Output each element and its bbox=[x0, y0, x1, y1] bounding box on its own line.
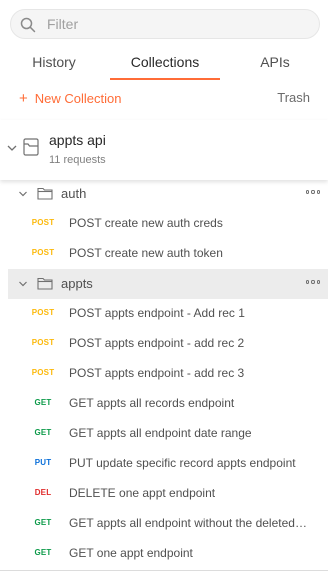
divider bbox=[0, 570, 328, 571]
collection-request-count: 11 requests bbox=[49, 154, 106, 166]
method-badge-post: POST bbox=[31, 368, 55, 377]
more-dot bbox=[316, 280, 320, 284]
request-name: POST create new auth creds bbox=[69, 216, 223, 230]
request-item[interactable]: GET GET one appt endpoint bbox=[0, 539, 328, 569]
method-badge-get: GET bbox=[34, 548, 52, 557]
folder-name: appts bbox=[61, 276, 93, 291]
more-dot bbox=[306, 190, 310, 194]
sidebar-tabs: History Collections APIs bbox=[0, 48, 328, 80]
request-name: PUT update specific record appts endpoin… bbox=[69, 456, 296, 470]
method-badge-post: POST bbox=[31, 308, 55, 317]
search-bar[interactable] bbox=[10, 9, 320, 39]
method-badge-get: GET bbox=[34, 398, 52, 407]
tab-collections[interactable]: Collections bbox=[110, 48, 220, 80]
tab-apis-label: APIs bbox=[260, 54, 290, 70]
more-dot bbox=[311, 190, 315, 194]
request-item[interactable]: POST POST create new auth token bbox=[0, 239, 328, 269]
method-badge-get: GET bbox=[34, 518, 52, 527]
new-collection-button[interactable]: + New Collection bbox=[19, 86, 121, 110]
method-badge-put: PUT bbox=[34, 458, 52, 467]
collection-icon bbox=[23, 138, 39, 156]
request-name: POST appts endpoint - Add rec 1 bbox=[69, 306, 245, 320]
folder-name: auth bbox=[61, 186, 87, 201]
request-name: GET one appt endpoint bbox=[69, 546, 193, 560]
tab-apis[interactable]: APIs bbox=[244, 48, 306, 78]
more-horizontal-icon[interactable] bbox=[306, 187, 320, 197]
method-badge-post: POST bbox=[31, 218, 55, 227]
request-name: POST appts endpoint - add rec 3 bbox=[69, 366, 245, 380]
request-name: POST create new auth token bbox=[69, 246, 223, 260]
more-dot bbox=[306, 280, 310, 284]
request-item[interactable]: POST POST appts endpoint - Add rec 1 bbox=[0, 299, 328, 329]
request-item[interactable]: PUT PUT update specific record appts end… bbox=[0, 449, 328, 479]
request-name: DELETE one appt endpoint bbox=[69, 486, 216, 500]
more-dot bbox=[316, 190, 320, 194]
collection-item[interactable]: appts api 11 requests bbox=[0, 120, 328, 180]
folder-appts[interactable]: appts bbox=[8, 269, 328, 299]
request-item[interactable]: POST POST create new auth creds bbox=[0, 209, 328, 239]
search-input[interactable] bbox=[47, 14, 307, 34]
collection-actions: + New Collection Trash bbox=[0, 86, 328, 110]
more-horizontal-icon[interactable] bbox=[306, 277, 320, 287]
request-item[interactable]: POST POST appts endpoint - add rec 3 bbox=[0, 359, 328, 389]
active-tab-indicator bbox=[110, 78, 220, 80]
request-item[interactable]: GET GET appts all records endpoint bbox=[0, 389, 328, 419]
folder-auth[interactable]: auth bbox=[8, 179, 328, 209]
method-badge-post: POST bbox=[31, 338, 55, 347]
chevron-down-icon[interactable] bbox=[6, 142, 18, 154]
method-badge-get: GET bbox=[34, 428, 52, 437]
tab-collections-label: Collections bbox=[130, 54, 200, 70]
request-name: GET appts all endpoint without the delet… bbox=[69, 516, 309, 530]
plus-icon: + bbox=[19, 89, 28, 107]
request-item[interactable]: DEL DELETE one appt endpoint bbox=[0, 479, 328, 509]
request-item[interactable]: GET GET appts all endpoint without the d… bbox=[0, 509, 328, 539]
method-badge-del: DEL bbox=[34, 488, 52, 497]
request-item[interactable]: POST POST appts endpoint - add rec 2 bbox=[0, 329, 328, 359]
request-name: POST appts endpoint - add rec 2 bbox=[69, 336, 245, 350]
new-collection-label: New Collection bbox=[34, 90, 122, 106]
folder-icon bbox=[37, 277, 53, 290]
trash-button[interactable]: Trash bbox=[277, 86, 310, 110]
request-name: GET appts all records endpoint bbox=[69, 396, 235, 410]
search-icon bbox=[20, 17, 36, 33]
more-dot bbox=[311, 280, 315, 284]
folder-icon bbox=[37, 187, 53, 200]
request-item[interactable]: GET GET appts all endpoint date range bbox=[0, 419, 328, 449]
tab-history[interactable]: History bbox=[16, 48, 92, 78]
tab-history-label: History bbox=[32, 54, 76, 70]
chevron-down-icon[interactable] bbox=[18, 189, 28, 199]
collection-name: appts api bbox=[49, 132, 106, 148]
method-badge-post: POST bbox=[31, 248, 55, 257]
request-name: GET appts all endpoint date range bbox=[69, 426, 252, 440]
chevron-down-icon[interactable] bbox=[18, 279, 28, 289]
